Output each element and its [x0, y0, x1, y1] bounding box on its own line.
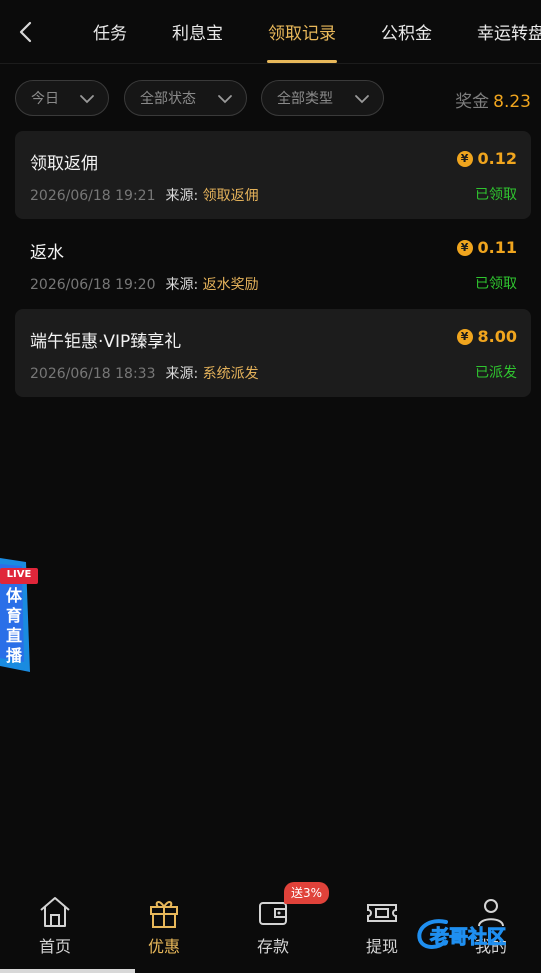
- record-meta: 2026/06/18 19:21 来源: 领取返佣: [30, 185, 259, 205]
- live-badge-text: 体育直播: [5, 586, 22, 665]
- record-meta: 2026/06/18 18:33 来源: 系统派发: [30, 363, 259, 383]
- home-icon: [40, 897, 70, 927]
- type-filter-label: 全部类型: [277, 91, 333, 107]
- type-filter-select[interactable]: 全部类型: [261, 80, 384, 116]
- record-time: 2026/06/18 18:33: [30, 366, 156, 382]
- record-card: 端午钜惠·VIP臻享礼 ¥8.00 2026/06/18 18:33 来源: 系统…: [15, 309, 531, 397]
- bottom-nav-home-label: 首页: [38, 937, 71, 956]
- record-source: 领取返佣: [202, 188, 259, 204]
- record-source: 返水奖励: [202, 277, 259, 293]
- record-card: 返水 ¥0.11 2026/06/18 19:20 来源: 返水奖励 已领取: [15, 220, 531, 308]
- tab-lucky-wheel[interactable]: 幸运转盘: [477, 19, 541, 44]
- bonus-label: 奖金: [455, 92, 490, 112]
- record-amount: ¥0.11: [456, 238, 517, 257]
- record-status: 已领取: [475, 276, 517, 292]
- active-tab-indicator: [267, 60, 337, 63]
- record-status: 已领取: [475, 187, 517, 203]
- filter-row: 今日 全部状态 全部类型 奖金 8.23: [0, 80, 541, 116]
- record-amount: ¥0.12: [456, 149, 517, 168]
- top-nav: 任务 利息宝 领取记录 公积金 幸运转盘: [0, 0, 541, 64]
- record-source-label: 来源:: [165, 366, 199, 382]
- watermark-text: 老哥社区: [429, 926, 507, 949]
- record-meta: 2026/06/18 19:20 来源: 返水奖励: [30, 274, 259, 294]
- bottom-nav-withdraw[interactable]: 提现: [342, 893, 422, 957]
- gift-icon: [150, 901, 178, 928]
- home-indicator: [0, 969, 135, 973]
- watermark-logo: 老哥社区: [412, 912, 532, 956]
- bottom-nav-promotions[interactable]: 优惠: [124, 893, 204, 957]
- chevron-left-icon: [19, 21, 32, 43]
- record-title: 领取返佣: [30, 154, 98, 174]
- record-source-label: 来源:: [165, 188, 199, 204]
- record-time: 2026/06/18 19:21: [30, 188, 156, 204]
- record-title: 返水: [30, 243, 64, 263]
- live-tag: LIVE: [6, 569, 32, 580]
- status-filter-select[interactable]: 全部状态: [124, 80, 247, 116]
- bottom-nav-promotions-label: 优惠: [147, 937, 180, 956]
- record-source: 系统派发: [202, 366, 259, 382]
- coin-icon: ¥: [456, 239, 473, 256]
- withdraw-icon: [367, 904, 397, 922]
- record-amount: ¥8.00: [456, 327, 517, 346]
- chevron-down-icon: [355, 95, 369, 104]
- bonus-value: 8.23: [493, 92, 531, 112]
- tab-provident-fund[interactable]: 公积金: [381, 19, 432, 44]
- record-time: 2026/06/18 19:20: [30, 277, 156, 293]
- tab-interest[interactable]: 利息宝: [172, 19, 223, 44]
- chevron-down-icon: [80, 95, 94, 104]
- record-status: 已派发: [475, 365, 517, 381]
- date-filter-select[interactable]: 今日: [15, 80, 109, 116]
- tab-tasks[interactable]: 任务: [93, 19, 127, 44]
- coin-icon: ¥: [456, 150, 473, 167]
- tab-claim-records[interactable]: 领取记录: [268, 19, 336, 44]
- coin-icon: ¥: [456, 328, 473, 345]
- chevron-down-icon: [218, 95, 232, 104]
- status-filter-label: 全部状态: [140, 91, 196, 107]
- bottom-nav-home[interactable]: 首页: [15, 893, 95, 957]
- live-sports-floating-button[interactable]: LIVE 体育直播: [0, 554, 40, 672]
- record-amount-value: 0.12: [477, 149, 517, 168]
- date-filter-label: 今日: [31, 91, 59, 107]
- bottom-nav-deposit-label: 存款: [256, 937, 289, 956]
- record-amount-value: 8.00: [477, 327, 517, 346]
- record-title: 端午钜惠·VIP臻享礼: [30, 332, 182, 352]
- bonus-total: 奖金 8.23: [455, 87, 531, 112]
- back-button[interactable]: [12, 18, 40, 46]
- record-source-label: 来源:: [165, 277, 199, 293]
- record-amount-value: 0.11: [477, 238, 517, 257]
- deposit-promo-badge: 送3%: [284, 882, 330, 904]
- bottom-nav-withdraw-label: 提现: [365, 937, 398, 956]
- record-card: 领取返佣 ¥0.12 2026/06/18 19:21 来源: 领取返佣 已领取: [15, 131, 531, 219]
